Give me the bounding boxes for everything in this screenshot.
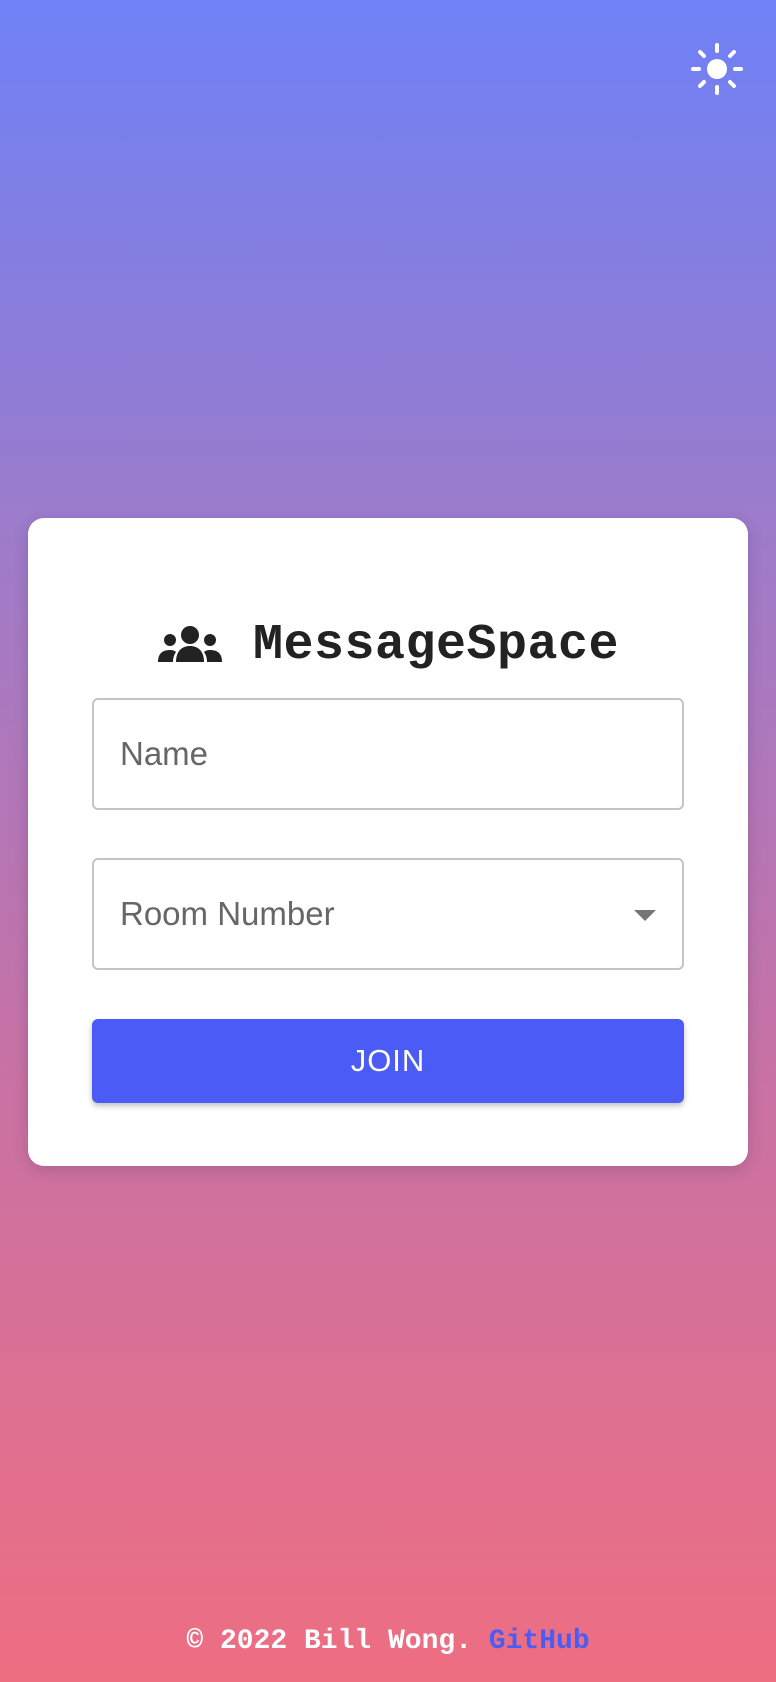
- join-card: MessageSpace Room Number JOIN: [28, 518, 748, 1166]
- chevron-down-icon: [634, 910, 656, 921]
- users-group-icon: [157, 625, 223, 665]
- room-number-placeholder: Room Number: [120, 895, 335, 932]
- sun-icon: [691, 43, 743, 95]
- app-title: MessageSpace: [252, 616, 620, 674]
- footer: © 2022 Bill Wong. GitHub: [0, 1626, 776, 1657]
- copyright-text: © 2022 Bill Wong.: [186, 1626, 489, 1657]
- brand-header: MessageSpace: [28, 602, 748, 688]
- name-field[interactable]: [92, 698, 684, 810]
- room-number-select[interactable]: Room Number: [92, 858, 684, 970]
- join-button[interactable]: JOIN: [92, 1019, 684, 1103]
- name-input[interactable]: [94, 700, 682, 808]
- github-link[interactable]: GitHub: [489, 1626, 590, 1657]
- theme-toggle-button[interactable]: [691, 43, 743, 95]
